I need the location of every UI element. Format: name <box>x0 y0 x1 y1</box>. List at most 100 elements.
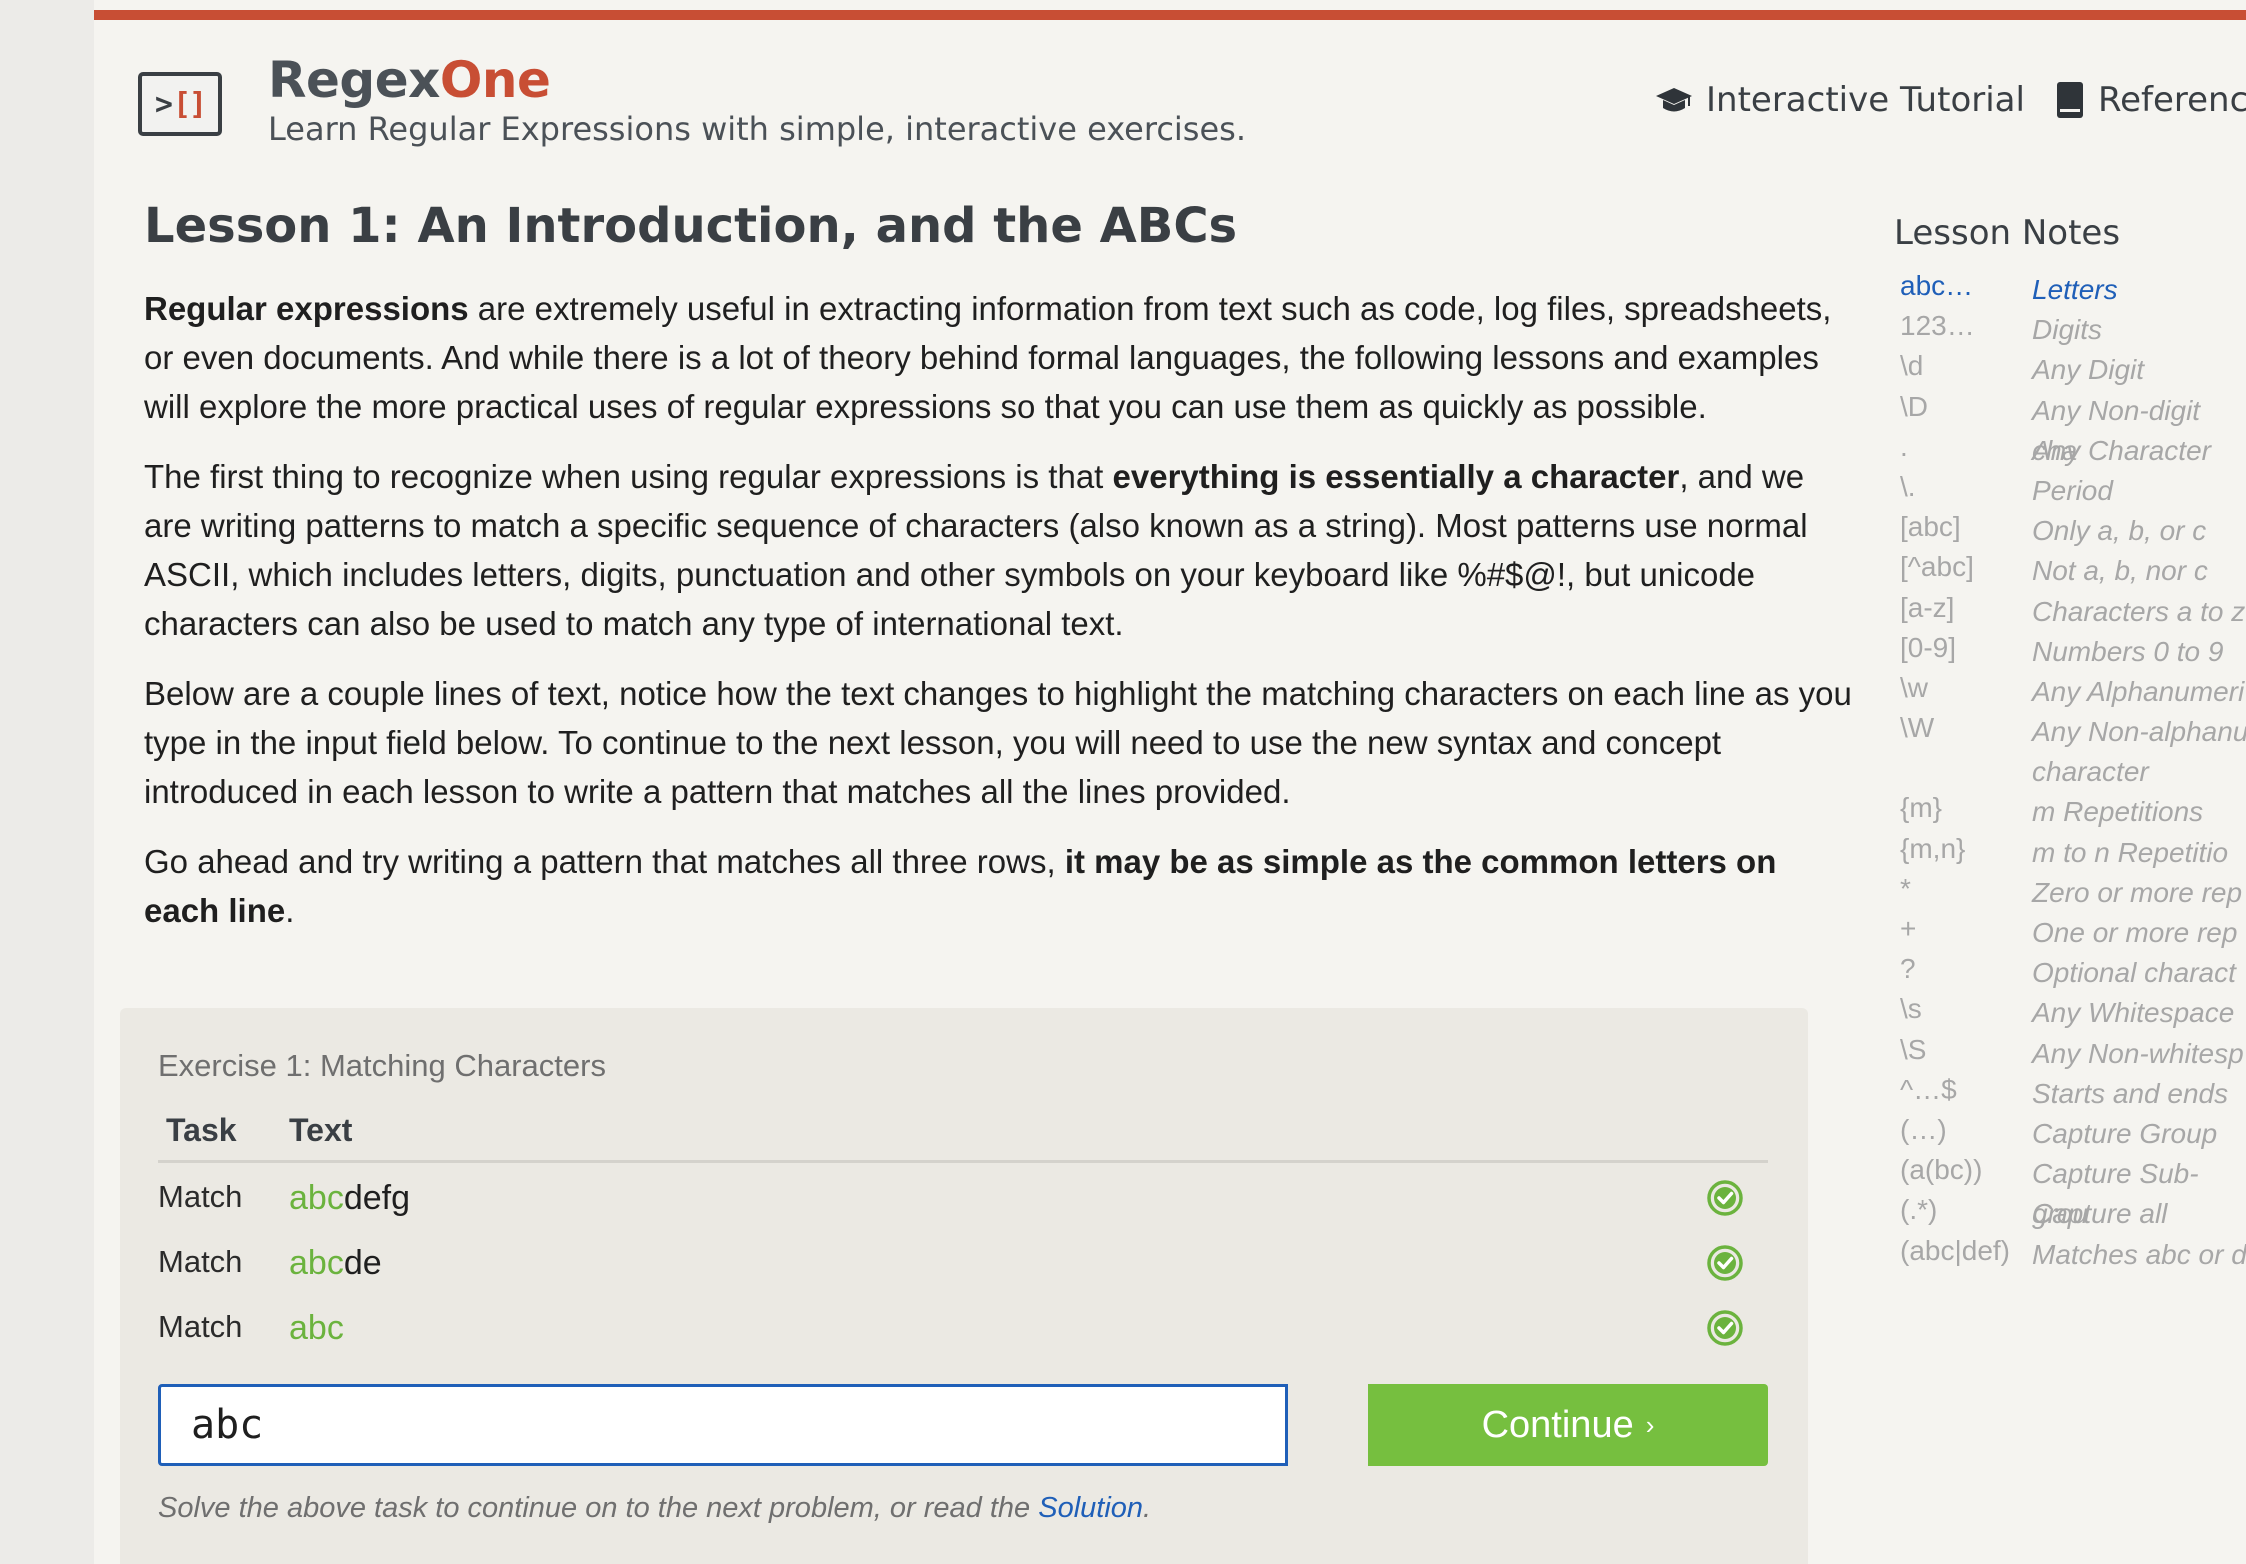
nav-reference[interactable]: Referenc <box>2056 78 2246 122</box>
text: . <box>285 892 295 929</box>
exercise-footer: Solve the above task to continue on to t… <box>158 1492 1151 1525</box>
graduation-cap-icon <box>1656 88 1692 112</box>
note-symbol: \. <box>1900 470 1916 502</box>
note-description: Any Non-alphanu character <box>2032 716 2246 788</box>
lesson-title: Lesson 1: An Introduction, and the ABCs <box>144 198 1238 254</box>
note-symbol: \d <box>1900 350 1924 382</box>
note-description: Optional charact <box>2032 957 2236 989</box>
page: >[] RegexOne Learn Regular Expressions w… <box>94 0 2246 1564</box>
check-circle-icon <box>1707 1245 1743 1281</box>
check-circle-icon <box>1707 1180 1743 1216</box>
note-description: Characters a to z <box>2032 595 2246 627</box>
note-symbol: abc… <box>1900 270 1974 301</box>
top-accent-bar <box>94 10 2246 20</box>
note-description: Any Digit <box>2032 354 2145 386</box>
book-icon <box>2057 82 2083 118</box>
footer-text-end: . <box>1143 1492 1152 1524</box>
note-description: Starts and ends <box>2032 1077 2229 1109</box>
note-description: One or more rep <box>2032 917 2238 949</box>
text: The first thing to recognize when using … <box>144 458 1113 495</box>
task-label: Match <box>158 1179 243 1214</box>
nav-label: Referenc <box>2098 80 2246 120</box>
note-symbol: [0-9] <box>1900 631 1957 663</box>
note-symbol: \W <box>1900 712 1935 744</box>
footer-text: Solve the above task to continue on to t… <box>158 1492 1039 1524</box>
continue-button[interactable]: Continue › <box>1368 1384 1768 1466</box>
regex-input[interactable] <box>158 1384 1288 1466</box>
note-description: m to n Repetitio <box>2032 836 2229 868</box>
lesson-body: Regular expressions are extremely useful… <box>144 284 1854 956</box>
note-symbol: (abc|def) <box>1900 1234 2010 1266</box>
table-row: Match abcdefg <box>158 1163 1768 1228</box>
paragraph-characters: The first thing to recognize when using … <box>144 452 1854 648</box>
logo-icon[interactable]: >[] <box>138 72 222 136</box>
row-text: abcde <box>289 1244 382 1283</box>
column-header-text: Text <box>289 1112 353 1148</box>
continue-label: Continue <box>1481 1403 1634 1446</box>
note-description: Zero or more rep <box>2032 876 2243 908</box>
nav-interactive-tutorial[interactable]: Interactive Tutorial <box>1656 78 2025 122</box>
brand-title[interactable]: RegexOne <box>268 50 551 110</box>
unmatched-text: de <box>343 1244 382 1282</box>
bold-text: Regular expressions <box>144 290 469 327</box>
note-description: m Repetitions <box>2032 796 2204 828</box>
matched-text: abc <box>289 1309 344 1347</box>
row-text: abc <box>289 1309 344 1348</box>
note-symbol: (…) <box>1900 1113 1947 1145</box>
table-row: Match abc <box>158 1293 1768 1358</box>
bold-text: everything is essentially a character <box>1112 458 1680 495</box>
text: Go ahead and try writing a pattern that … <box>144 843 1065 880</box>
note-description: Any Whitespace <box>2032 997 2235 1029</box>
unmatched-text: defg <box>343 1179 411 1217</box>
note-description: Any Non-whitesp <box>2032 1037 2244 1069</box>
note-description: Capture Group <box>2032 1117 2218 1149</box>
note-description: Digits <box>2032 314 2103 346</box>
task-label: Match <box>158 1309 243 1344</box>
note-symbol: * <box>1900 872 1911 904</box>
note-symbol: 123… <box>1900 310 1975 342</box>
note-symbol: ^…$ <box>1900 1073 1957 1105</box>
note-description: Matches abc or d <box>2032 1238 2246 1270</box>
note-description: Not a, b, nor c <box>2032 555 2208 587</box>
note-symbol: [a-z] <box>1900 591 1955 623</box>
note-symbol: \s <box>1900 993 1922 1025</box>
lesson-notes-title: Lesson Notes <box>1894 213 2121 253</box>
note-symbol: \S <box>1900 1033 1927 1065</box>
note-symbol: \w <box>1900 671 1928 703</box>
brand-part-one: One <box>439 51 551 109</box>
paragraph-instructions: Below are a couple lines of text, notice… <box>144 675 1852 810</box>
paragraph-intro: Regular expressions are extremely useful… <box>144 284 1854 431</box>
matched-text: abc <box>289 1179 344 1217</box>
note-symbol: (a(bc)) <box>1900 1154 1983 1186</box>
note-description: Period <box>2032 474 2113 506</box>
note-symbol: [^abc] <box>1900 551 1974 583</box>
note-symbol: \D <box>1900 390 1928 422</box>
note-symbol: + <box>1900 913 1917 945</box>
column-header-task: Task <box>166 1112 237 1148</box>
tagline: Learn Regular Expressions with simple, i… <box>268 110 1246 148</box>
task-label: Match <box>158 1244 243 1279</box>
matched-text: abc <box>289 1244 344 1282</box>
exercise-table-header: Task Text <box>158 1104 1768 1163</box>
note-description: Capture all <box>2032 1198 2168 1230</box>
chevron-right-icon: › <box>1645 1409 1655 1440</box>
paragraph-try: Go ahead and try writing a pattern that … <box>144 837 1854 935</box>
note-symbol: (.*) <box>1900 1194 1938 1226</box>
row-text: abcdefg <box>289 1179 410 1218</box>
note-description: Any Character <box>2032 434 2211 466</box>
note-symbol: {m,n} <box>1900 832 1966 864</box>
nav-label: Interactive Tutorial <box>1706 80 2025 120</box>
exercise-panel: Exercise 1: Matching Characters Task Tex… <box>120 1008 1808 1564</box>
note-description: Letters <box>2032 274 2118 305</box>
exercise-table: Task Text Match abcdefg Match abcde Matc… <box>158 1104 1768 1358</box>
brand-part-regex: Regex <box>268 51 440 109</box>
note-description: Numbers 0 to 9 <box>2032 635 2224 667</box>
note-symbol: [abc] <box>1900 511 1961 543</box>
check-circle-icon <box>1707 1310 1743 1346</box>
note-description: Any Alphanumeri <box>2032 675 2245 707</box>
note-description: Only a, b, or c <box>2032 515 2207 547</box>
note-symbol: ? <box>1900 953 1916 985</box>
table-row: Match abcde <box>158 1228 1768 1293</box>
note-symbol: . <box>1900 430 1908 462</box>
solution-link[interactable]: Solution <box>1038 1492 1143 1524</box>
